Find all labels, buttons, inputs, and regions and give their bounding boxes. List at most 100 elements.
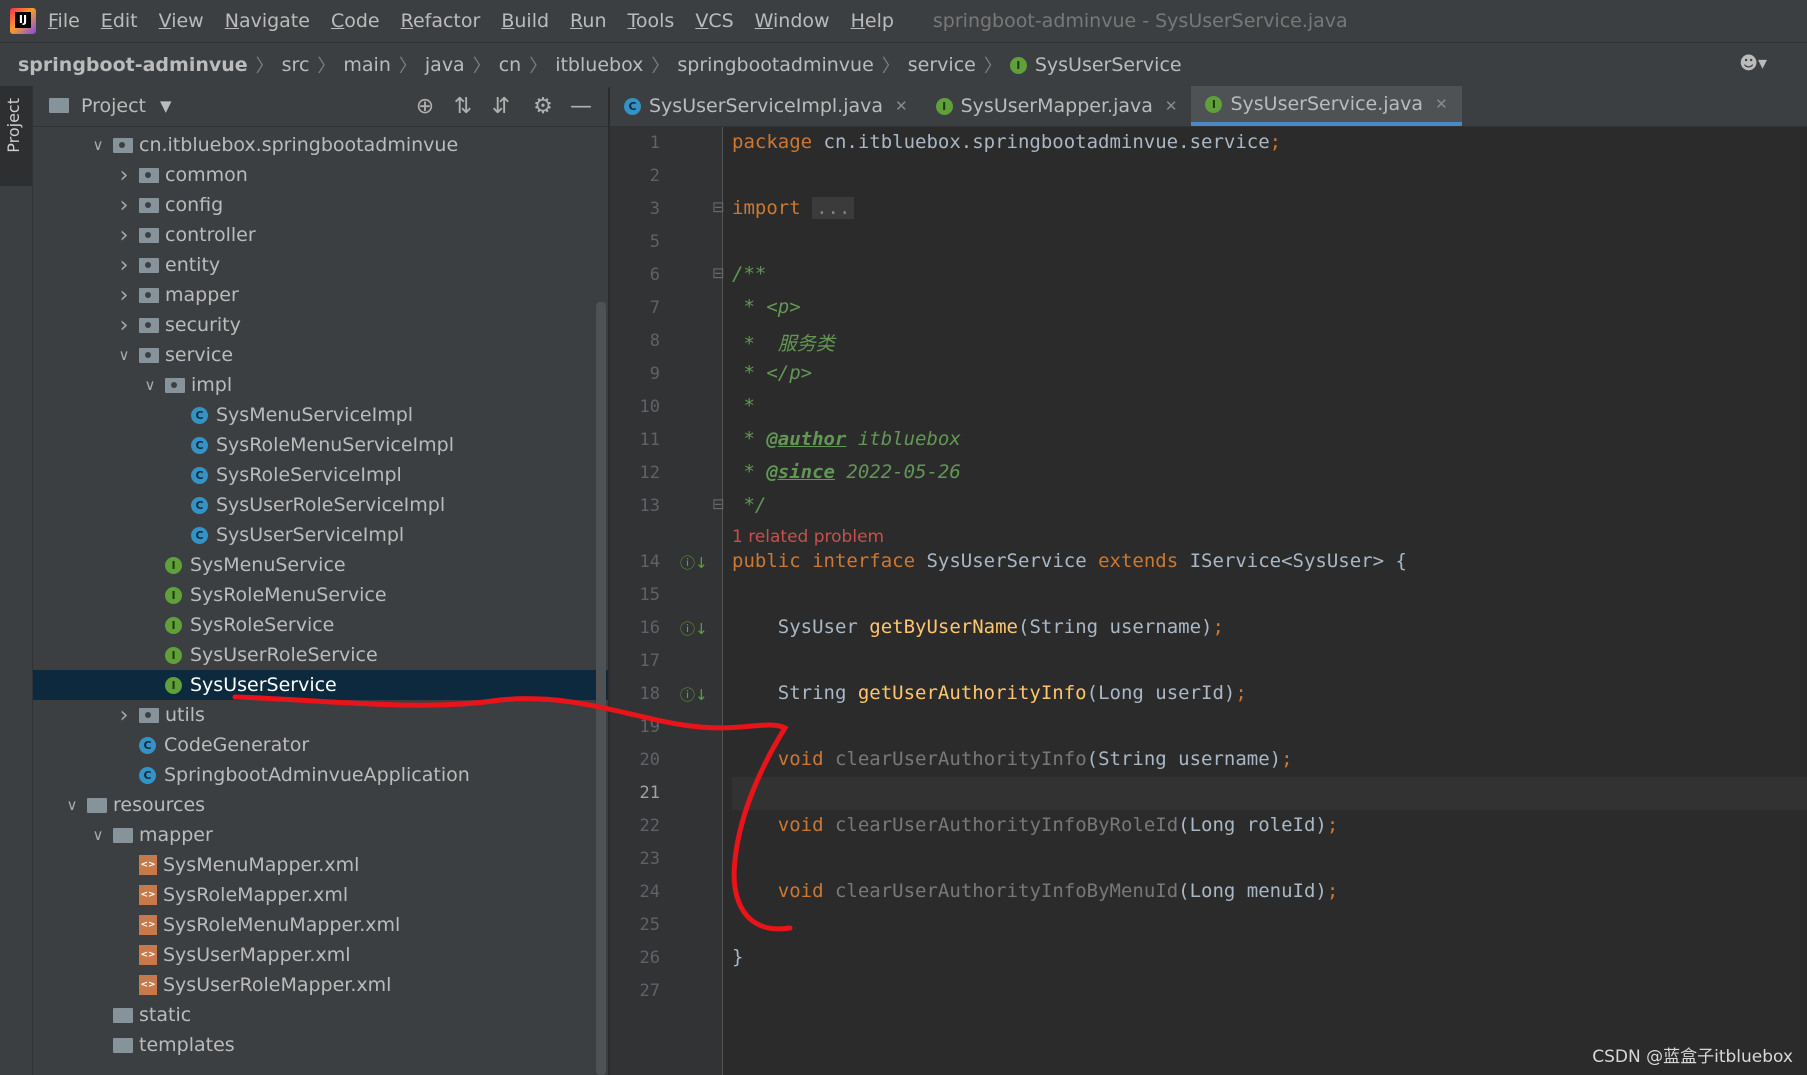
locate-file-icon[interactable]: ⊕ xyxy=(411,94,439,119)
chevron-right-icon[interactable]: › xyxy=(115,313,133,338)
tree-item[interactable]: › common xyxy=(33,160,608,190)
breadcrumb-item[interactable]: service xyxy=(908,54,976,76)
tree-item[interactable]: templates xyxy=(33,1030,608,1060)
implemented-marker-icon[interactable]: ⓘ↓ xyxy=(680,552,708,573)
menu-tools[interactable]: Tools xyxy=(628,10,675,32)
chevron-down-icon[interactable]: ∨ xyxy=(115,346,133,364)
tree-item[interactable]: I SysUserService xyxy=(33,670,608,700)
tree-item[interactable]: <> SysRoleMapper.xml xyxy=(33,880,608,910)
breadcrumb-item[interactable]: src xyxy=(282,54,310,76)
breadcrumb-item[interactable]: SysUserService xyxy=(1035,54,1182,76)
close-icon[interactable]: ✕ xyxy=(1435,95,1448,113)
chevron-right-icon[interactable]: › xyxy=(115,223,133,248)
breadcrumb-item[interactable]: springbootadminvue xyxy=(677,54,873,76)
tree-item-label: SysRoleMapper.xml xyxy=(163,884,349,906)
fold-icon[interactable]: ⊟ xyxy=(712,198,725,216)
tree-item[interactable]: ∨ resources xyxy=(33,790,608,820)
tree-item[interactable]: C SysUserRoleServiceImpl xyxy=(33,490,608,520)
tree-item[interactable]: ∨ mapper xyxy=(33,820,608,850)
xml-file-icon: <> xyxy=(139,975,157,995)
menu-view[interactable]: View xyxy=(159,10,204,32)
collapse-all-icon[interactable]: ⇵ xyxy=(487,94,515,119)
chevron-down-icon[interactable]: ∨ xyxy=(63,796,81,814)
chevron-down-icon[interactable]: ∨ xyxy=(89,826,107,844)
tree-item[interactable]: ∨ cn.itbluebox.springbootadminvue xyxy=(33,130,608,160)
menu-build[interactable]: Build xyxy=(501,10,549,32)
problem-hint[interactable]: 1 related problem xyxy=(732,527,884,547)
menu-navigate[interactable]: Navigate xyxy=(225,10,310,32)
chevron-right-icon[interactable]: › xyxy=(115,283,133,308)
tree-item[interactable]: C SpringbootAdminvueApplication xyxy=(33,760,608,790)
menu-code[interactable]: Code xyxy=(331,10,380,32)
editor-tab-label: SysUserMapper.java xyxy=(960,95,1153,117)
tree-item[interactable]: ∨ service xyxy=(33,340,608,370)
chevron-down-icon[interactable]: ▼ xyxy=(160,97,172,115)
tree-item[interactable]: <> SysRoleMenuMapper.xml xyxy=(33,910,608,940)
code-view[interactable]: package cn.itbluebox.springbootadminvue.… xyxy=(732,127,1807,1075)
tree-item[interactable]: › mapper xyxy=(33,280,608,310)
tree-item[interactable]: › security xyxy=(33,310,608,340)
tree-item[interactable]: › entity xyxy=(33,250,608,280)
editor-tab[interactable]: I SysUserMapper.java ✕ xyxy=(922,86,1192,126)
project-panel-scrollbar[interactable] xyxy=(596,302,606,1075)
breadcrumb-item[interactable]: main xyxy=(343,54,390,76)
editor-tab[interactable]: I SysUserService.java ✕ xyxy=(1191,86,1462,126)
tree-item[interactable]: C CodeGenerator xyxy=(33,730,608,760)
fold-icon[interactable]: ⊟ xyxy=(712,495,725,513)
chevron-right-icon[interactable]: › xyxy=(115,703,133,728)
tree-item[interactable]: I SysRoleService xyxy=(33,610,608,640)
minimize-icon[interactable]: — xyxy=(567,94,595,119)
menu-window[interactable]: Window xyxy=(755,10,830,32)
project-tool-tab[interactable]: Project xyxy=(0,86,32,186)
chevron-right-icon[interactable]: › xyxy=(115,253,133,278)
interface-icon: I xyxy=(165,646,182,664)
breadcrumb-item[interactable]: springboot-adminvue xyxy=(18,54,248,76)
chevron-down-icon[interactable]: ∨ xyxy=(89,136,107,154)
chevron-right-icon[interactable]: › xyxy=(115,163,133,188)
tree-item[interactable]: <> SysUserRoleMapper.xml xyxy=(33,970,608,1000)
tree-item-label: SysMenuServiceImpl xyxy=(216,404,414,426)
chevron-down-icon[interactable]: ∨ xyxy=(141,376,159,394)
tree-item[interactable]: C SysRoleServiceImpl xyxy=(33,460,608,490)
tree-item[interactable]: I SysUserRoleService xyxy=(33,640,608,670)
gear-icon[interactable]: ⚙ xyxy=(529,94,557,119)
tree-item[interactable]: C SysRoleMenuServiceImpl xyxy=(33,430,608,460)
editor-tab[interactable]: C SysUserServiceImpl.java ✕ xyxy=(610,86,922,126)
tree-item[interactable]: I SysRoleMenuService xyxy=(33,580,608,610)
implemented-marker-icon[interactable]: ⓘ↓ xyxy=(680,618,708,639)
menu-vcs[interactable]: VCS xyxy=(695,10,733,32)
code-line: * </p> xyxy=(732,362,813,384)
close-icon[interactable]: ✕ xyxy=(895,97,908,115)
tree-item[interactable]: ∨ impl xyxy=(33,370,608,400)
breadcrumb-item[interactable]: itbluebox xyxy=(555,54,643,76)
tree-item[interactable]: static xyxy=(33,1000,608,1030)
menu-edit[interactable]: Edit xyxy=(101,10,138,32)
tree-item[interactable]: › config xyxy=(33,190,608,220)
code-line: String getUserAuthorityInfo(Long userId)… xyxy=(732,682,1247,704)
tree-item-label: security xyxy=(165,314,241,336)
menu-file[interactable]: File xyxy=(48,10,80,32)
tree-item[interactable]: › controller xyxy=(33,220,608,250)
breadcrumb-item[interactable]: java xyxy=(425,54,465,76)
tree-item-label: SysUserRoleServiceImpl xyxy=(216,494,446,516)
menu-refactor[interactable]: Refactor xyxy=(401,10,481,32)
tree-item[interactable]: C SysMenuServiceImpl xyxy=(33,400,608,430)
breadcrumb-separator-icon: 〉 xyxy=(255,56,274,77)
menu-run[interactable]: Run xyxy=(570,10,606,32)
expand-all-icon[interactable]: ⇅ xyxy=(449,94,477,119)
tree-item[interactable]: › utils xyxy=(33,700,608,730)
project-panel-title[interactable]: Project xyxy=(81,95,146,117)
fold-icon[interactable]: ⊟ xyxy=(712,264,725,282)
chevron-right-icon[interactable]: › xyxy=(115,193,133,218)
tree-item[interactable]: I SysMenuService xyxy=(33,550,608,580)
menu-help[interactable]: Help xyxy=(851,10,894,32)
tree-item[interactable]: C SysUserServiceImpl xyxy=(33,520,608,550)
implemented-marker-icon[interactable]: ⓘ↓ xyxy=(680,684,708,705)
tree-item[interactable]: <> SysMenuMapper.xml xyxy=(33,850,608,880)
close-icon[interactable]: ✕ xyxy=(1165,97,1178,115)
code-line: package cn.itbluebox.springbootadminvue.… xyxy=(732,131,1282,153)
user-account-icon[interactable]: ☻▾ xyxy=(1739,53,1767,74)
breadcrumb-item[interactable]: cn xyxy=(499,54,522,76)
tree-item[interactable]: <> SysUserMapper.xml xyxy=(33,940,608,970)
line-number: 21 xyxy=(639,783,660,803)
